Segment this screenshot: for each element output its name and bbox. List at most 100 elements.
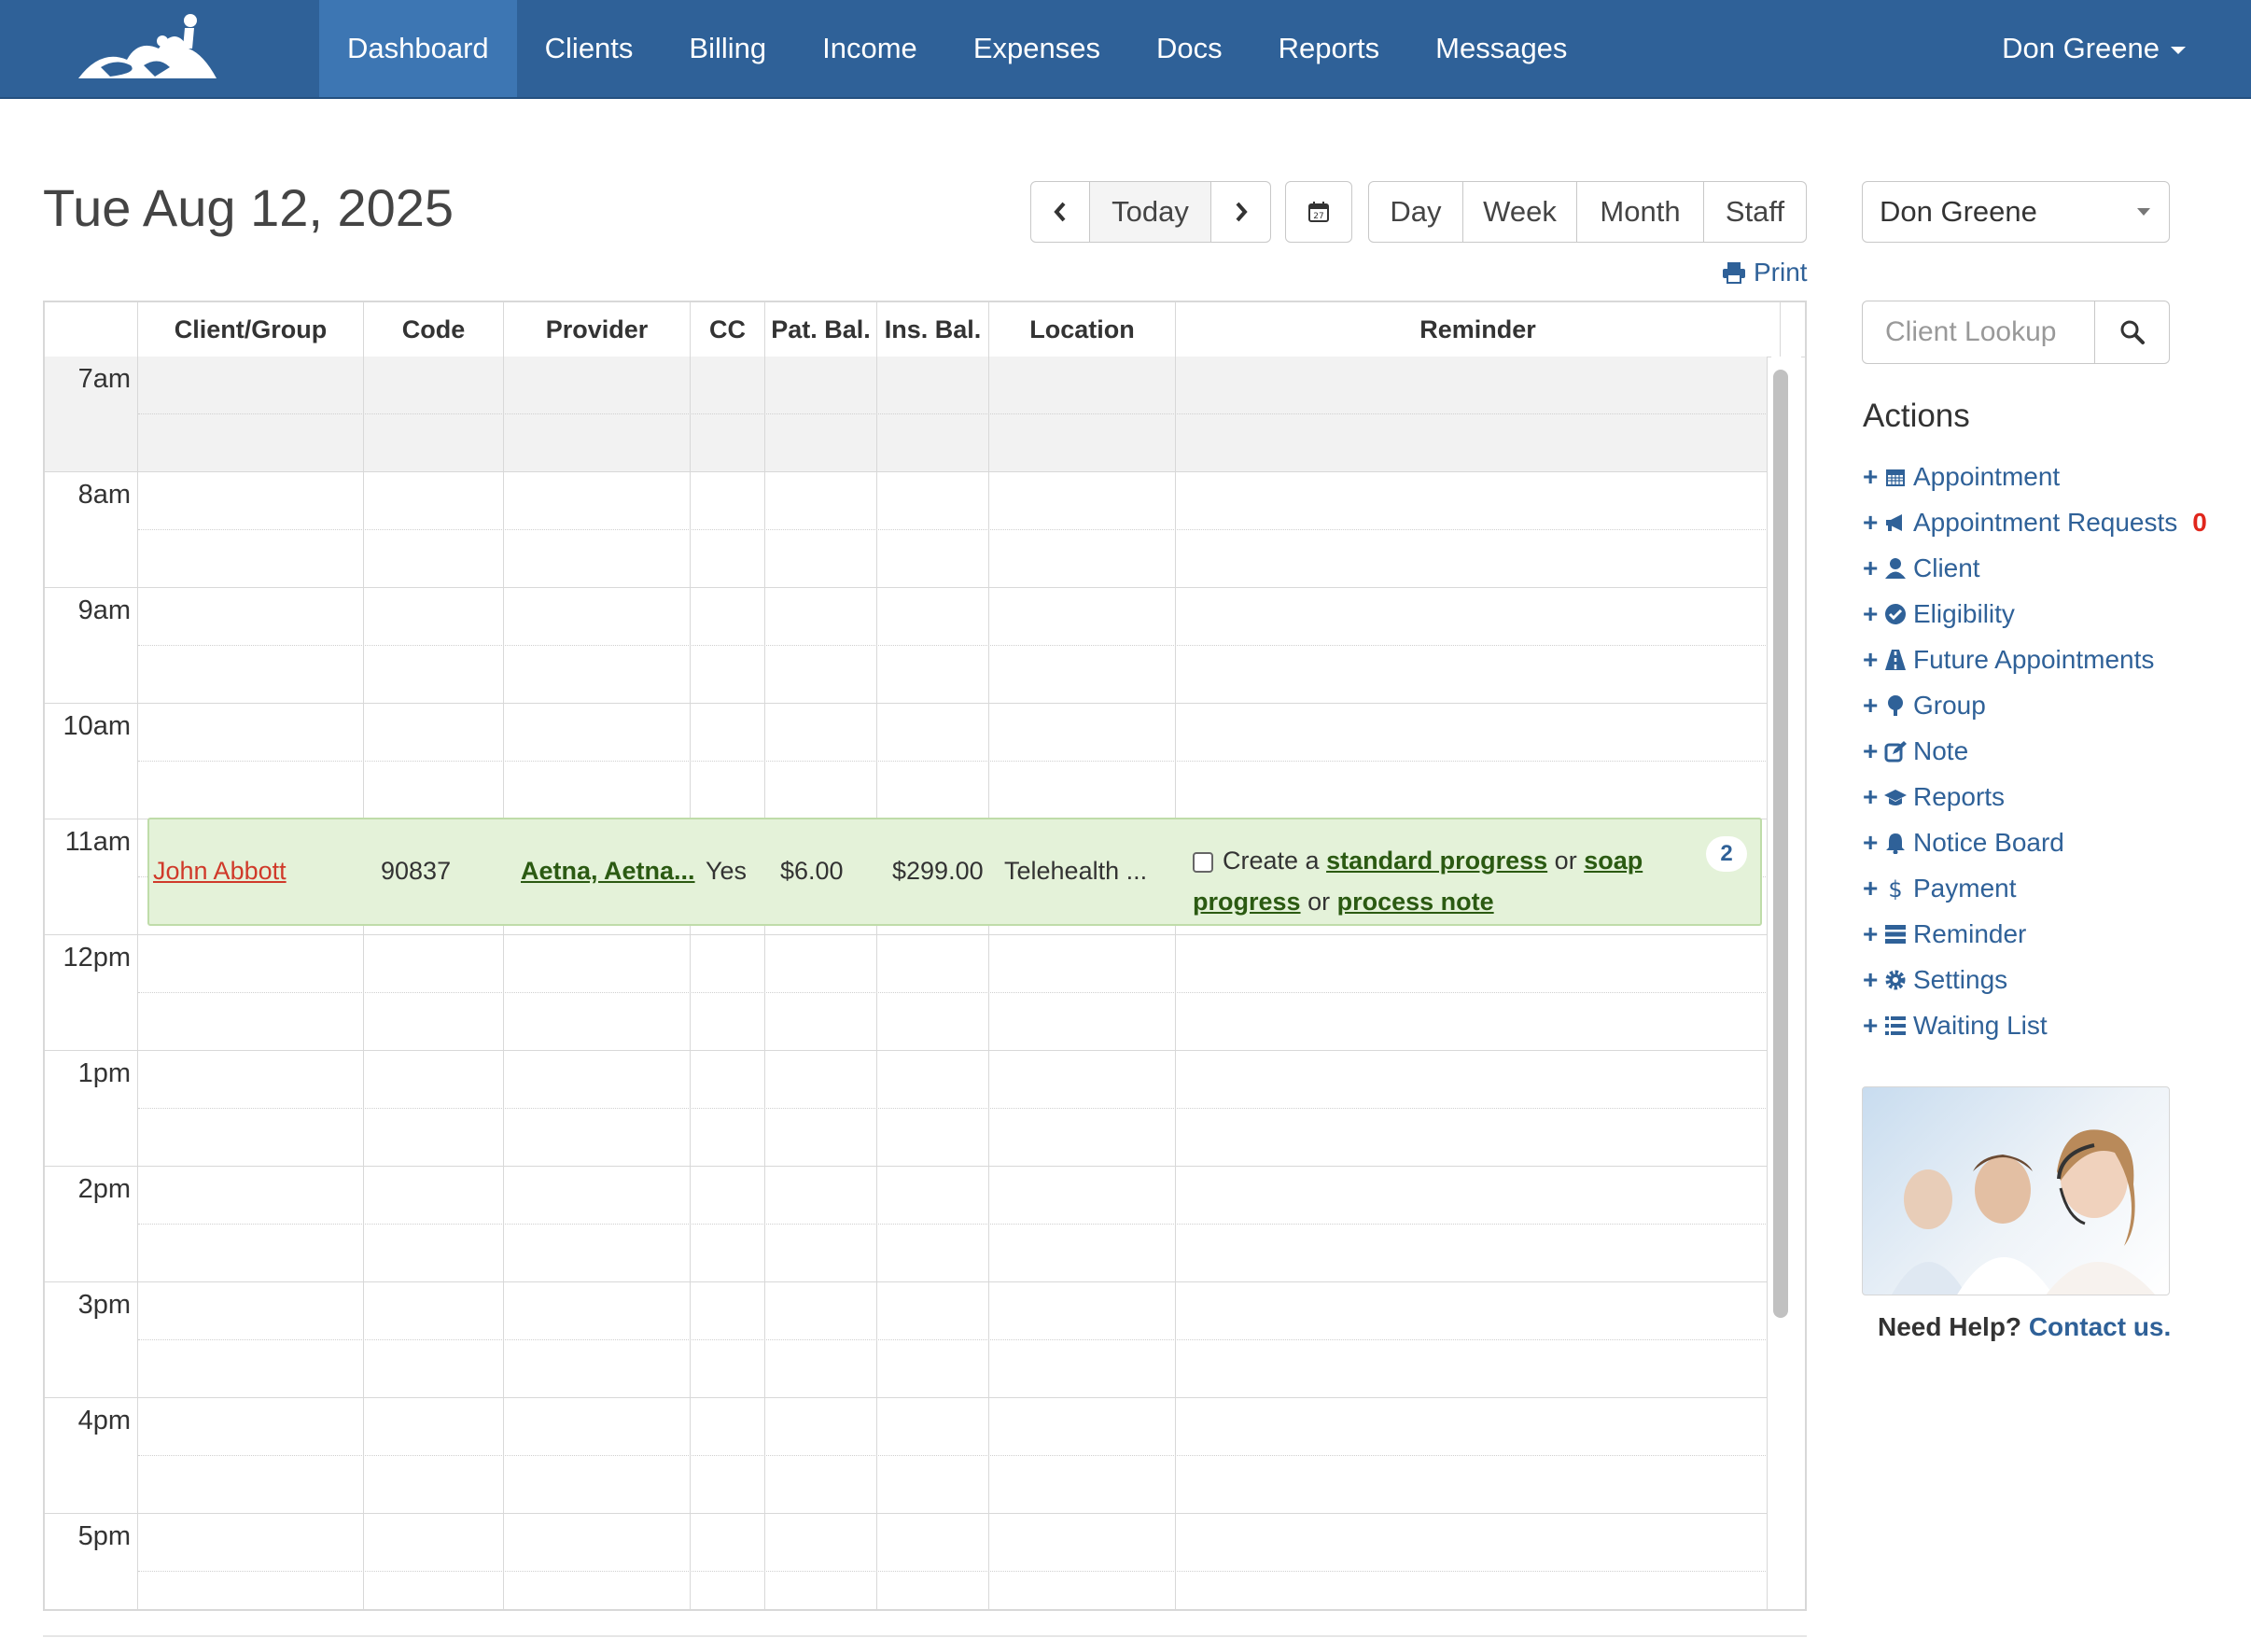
- half-hour-line: [138, 992, 1768, 993]
- hour-row[interactable]: 10am: [45, 704, 1768, 819]
- action-reports[interactable]: + Reports: [1863, 774, 2207, 819]
- gear-icon: [1881, 967, 1909, 993]
- action-group[interactable]: + Group: [1863, 682, 2207, 728]
- view-day-button[interactable]: Day: [1368, 181, 1463, 243]
- col-location[interactable]: Location: [989, 302, 1176, 357]
- hour-label: 4pm: [77, 1406, 131, 1435]
- calendar-picker-button[interactable]: 27: [1285, 181, 1352, 243]
- hour-row[interactable]: 12pm: [45, 935, 1768, 1051]
- schedule-scrollbar-thumb[interactable]: [1773, 370, 1788, 1318]
- half-hour-line: [138, 1339, 1768, 1340]
- half-hour-line: [138, 645, 1768, 646]
- action-settings[interactable]: + Settings: [1863, 957, 2207, 1002]
- staff-selected-value: Don Greene: [1880, 195, 2037, 228]
- plus-icon: +: [1863, 598, 1879, 628]
- action-label: Eligibility: [1913, 598, 2015, 628]
- today-button[interactable]: Today: [1090, 181, 1211, 243]
- staff-select[interactable]: Don Greene: [1862, 181, 2170, 243]
- view-month-button[interactable]: Month: [1577, 181, 1704, 243]
- view-staff-button[interactable]: Staff: [1704, 181, 1807, 243]
- action-future-appointments[interactable]: + Future Appointments: [1863, 637, 2207, 682]
- appointment-client-link[interactable]: John Abbott: [153, 857, 287, 886]
- appointment-block[interactable]: John Abbott 90837 Aetna, Aetna... Yes $6…: [147, 818, 1762, 926]
- hour-label: 7am: [77, 364, 131, 394]
- graduation-cap-icon: [1881, 784, 1909, 810]
- schedule-body: 7am 8am 9am 10am 11am 12pm 1pm 2pm 3pm 4pm 5pm: [45, 357, 1768, 1609]
- action-reminder[interactable]: + Reminder: [1863, 911, 2207, 957]
- action-notice-board[interactable]: + Notice Board: [1863, 819, 2207, 865]
- action-label: Future Appointments: [1913, 644, 2155, 674]
- half-hour-line: [138, 1571, 1768, 1572]
- action-client[interactable]: + Client: [1863, 545, 2207, 591]
- user-icon: [1881, 555, 1909, 581]
- view-week-button[interactable]: Week: [1463, 181, 1577, 243]
- action-note[interactable]: + Note: [1863, 728, 2207, 774]
- actions-heading: Actions: [1863, 398, 1970, 434]
- action-waiting-list[interactable]: + Waiting List: [1863, 1002, 2207, 1048]
- print-link[interactable]: Print: [1722, 258, 1808, 287]
- appointment-provider-link[interactable]: Aetna, Aetna...: [521, 857, 695, 886]
- next-day-button[interactable]: [1211, 181, 1271, 243]
- col-ins-bal[interactable]: Ins. Bal.: [877, 302, 989, 357]
- col-reminder[interactable]: Reminder: [1176, 302, 1781, 357]
- plus-icon: +: [1863, 690, 1879, 720]
- time-column-header: [45, 302, 138, 357]
- action-payment[interactable]: + $ Payment: [1863, 865, 2207, 911]
- nav-docs[interactable]: Docs: [1128, 0, 1251, 97]
- column-divider: [137, 357, 138, 1609]
- client-lookup-input[interactable]: [1862, 301, 2095, 364]
- nav-dashboard[interactable]: Dashboard: [319, 0, 517, 97]
- page-title: Tue Aug 12, 2025: [43, 178, 454, 237]
- hour-row[interactable]: 7am: [45, 357, 1768, 472]
- hour-label: 9am: [77, 595, 131, 625]
- help-prefix: Need Help?: [1878, 1312, 2022, 1341]
- nav-reports[interactable]: Reports: [1251, 0, 1408, 97]
- plus-icon: +: [1863, 461, 1879, 491]
- date-navigation: Today: [1030, 181, 1271, 245]
- plus-icon: +: [1863, 918, 1879, 948]
- hour-row[interactable]: 1pm: [45, 1051, 1768, 1167]
- chevron-right-icon: [1236, 202, 1248, 222]
- hour-row[interactable]: 3pm: [45, 1282, 1768, 1398]
- schedule-grid: Client/Group Code Provider CC Pat. Bal. …: [43, 301, 1807, 1611]
- hour-row[interactable]: 9am: [45, 588, 1768, 704]
- col-provider[interactable]: Provider: [504, 302, 691, 357]
- hour-row[interactable]: 8am: [45, 472, 1768, 588]
- contact-us-link[interactable]: Contact us.: [2029, 1312, 2171, 1341]
- nav-messages[interactable]: Messages: [1407, 0, 1595, 97]
- dollar-icon: $: [1881, 875, 1909, 902]
- date-picker: 27: [1285, 181, 1352, 245]
- action-appointment-requests[interactable]: + Appointment Requests 0: [1863, 499, 2207, 545]
- col-cc[interactable]: CC: [691, 302, 765, 357]
- col-pat-bal[interactable]: Pat. Bal.: [765, 302, 877, 357]
- hour-label: 8am: [77, 480, 131, 510]
- user-menu[interactable]: Don Greene: [2002, 0, 2186, 97]
- plus-icon: +: [1863, 781, 1879, 811]
- half-hour-line: [138, 1108, 1768, 1109]
- client-lookup-search-button[interactable]: [2095, 301, 2170, 364]
- col-code[interactable]: Code: [364, 302, 504, 357]
- hour-row[interactable]: 5pm: [45, 1514, 1768, 1609]
- reminder-or: or: [1554, 847, 1577, 875]
- edit-icon: [1881, 738, 1909, 764]
- actions-list: + Appointment + Appointment Requests 0 + Clien…: [1863, 454, 2207, 1048]
- standard-progress-link[interactable]: standard progress: [1326, 847, 1547, 875]
- action-eligibility[interactable]: + Eligibility: [1863, 591, 2207, 637]
- hour-label: 12pm: [63, 943, 131, 973]
- nav-expenses[interactable]: Expenses: [945, 0, 1128, 97]
- reminder-checkbox[interactable]: [1193, 851, 1213, 873]
- col-client-group[interactable]: Client/Group: [138, 302, 364, 357]
- prev-day-button[interactable]: [1030, 181, 1090, 243]
- brand-logo[interactable]: [73, 11, 222, 86]
- chevron-left-icon: [1054, 202, 1066, 222]
- nav-clients[interactable]: Clients: [517, 0, 662, 97]
- nav-billing[interactable]: Billing: [661, 0, 794, 97]
- hour-row[interactable]: 4pm: [45, 1398, 1768, 1514]
- process-note-link[interactable]: process note: [1337, 888, 1494, 916]
- action-appointment[interactable]: + Appointment: [1863, 454, 2207, 499]
- hour-row[interactable]: 2pm: [45, 1167, 1768, 1282]
- plus-icon: +: [1863, 873, 1879, 903]
- nav-income[interactable]: Income: [794, 0, 945, 97]
- hour-label: 1pm: [77, 1058, 131, 1088]
- client-lookup: [1862, 301, 2170, 364]
